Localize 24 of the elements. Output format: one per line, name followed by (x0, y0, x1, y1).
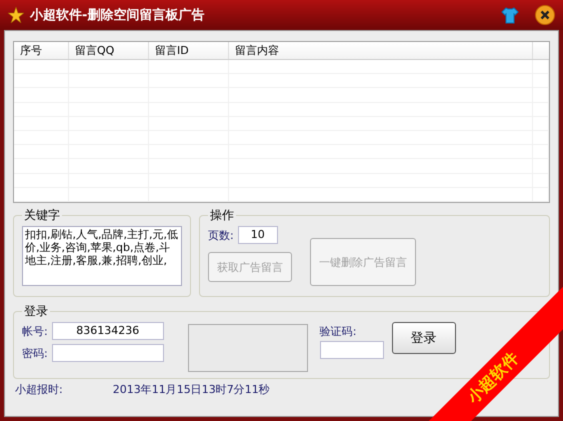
group-title: 操作 (209, 207, 235, 224)
clock-time: 2013年11月15日13时7分11秒 (112, 382, 270, 396)
keyword-field[interactable]: 扣扣,刷钻,人气,品牌,主打,元,低价,业务,咨询,苹果,qb,点卷,斗地主,注册,客服,兼,招聘,创业, (22, 226, 182, 286)
column-header[interactable]: 留言内容 (229, 42, 533, 59)
window-title: 小超软件-删除空间留言板广告 (30, 6, 206, 24)
column-header[interactable]: 留言ID (149, 42, 229, 59)
password-label: 密码: (22, 346, 48, 360)
captcha-label: 验证码: (320, 324, 358, 339)
column-header[interactable]: 序号 (14, 42, 69, 59)
star-icon (8, 7, 24, 23)
message-table[interactable]: 序号 留言QQ 留言ID 留言内容 (13, 41, 550, 203)
captcha-field[interactable] (320, 341, 384, 359)
clock-label: 小超报时: (15, 382, 63, 396)
password-field[interactable] (52, 344, 164, 362)
pages-label: 页数: (208, 228, 234, 242)
pages-field[interactable]: 10 (238, 226, 278, 244)
login-button[interactable]: 登录 (392, 322, 456, 354)
column-header[interactable]: 留言QQ (69, 42, 149, 59)
shirt-icon[interactable] (501, 6, 519, 24)
close-icon[interactable] (535, 5, 555, 25)
account-field[interactable]: 836134236 (52, 322, 164, 340)
group-title: 登录 (23, 303, 49, 320)
account-label: 帐号: (22, 324, 48, 338)
group-title: 关键字 (23, 207, 61, 224)
